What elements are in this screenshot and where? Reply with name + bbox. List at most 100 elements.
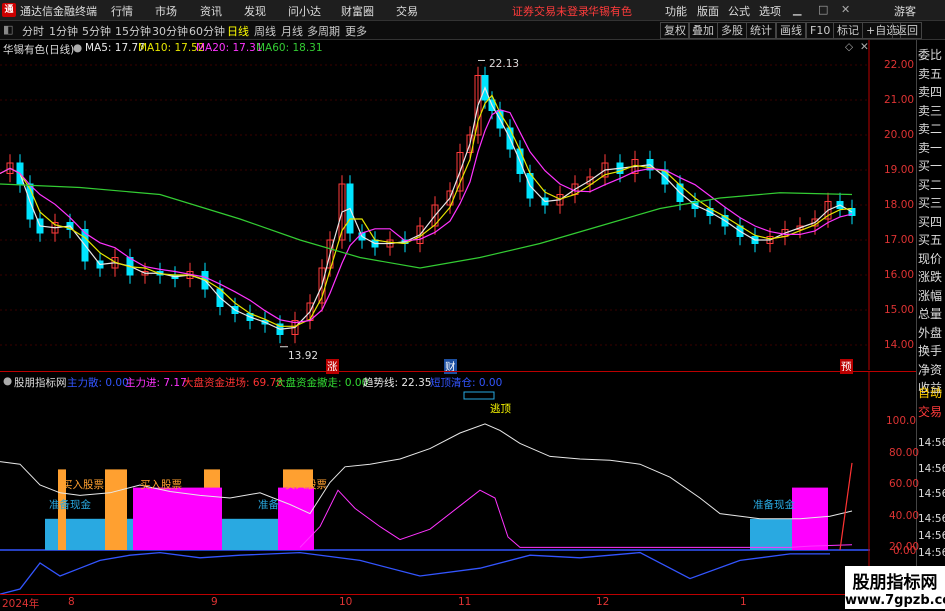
time-label: 14:56 bbox=[918, 488, 945, 500]
price-tick: 16.00 bbox=[884, 269, 915, 281]
close-icon[interactable]: ✕ bbox=[841, 3, 850, 16]
price-tick: 14.00 bbox=[884, 339, 915, 351]
x-axis-month: 12 bbox=[596, 596, 610, 608]
trade-label[interactable]: 交易 bbox=[918, 403, 945, 422]
menu-jiaoyi[interactable]: 交易 bbox=[396, 3, 418, 19]
kline-chart[interactable] bbox=[0, 40, 870, 370]
menu-faxian[interactable]: 发现 bbox=[244, 3, 266, 19]
btn-fuquan[interactable]: 复权 bbox=[660, 22, 690, 39]
market-inflow-line bbox=[839, 462, 853, 551]
menu-hangqing[interactable]: 行情 bbox=[111, 3, 133, 19]
quote-change[interactable]: 涨跌 bbox=[918, 268, 945, 287]
ind-tick: 80.00 bbox=[889, 447, 920, 459]
buy-label: 买入股票 bbox=[285, 479, 327, 491]
buy-label: 买入股票 bbox=[140, 479, 182, 491]
x-axis-month: 11 bbox=[458, 596, 472, 608]
btn-f10[interactable]: F10 bbox=[806, 22, 835, 39]
ma10-line bbox=[0, 94, 853, 327]
period-60min[interactable]: 60分钟 bbox=[189, 23, 225, 39]
ready-cash-bar bbox=[222, 518, 280, 550]
quote-sell5[interactable]: 卖五 bbox=[918, 65, 945, 84]
auto-trade-panel: 自动 交易 bbox=[918, 384, 945, 421]
tb-left-icon[interactable]: ◧ bbox=[3, 23, 13, 36]
quote-sell1[interactable]: 卖一 bbox=[918, 139, 945, 158]
period-30min[interactable]: 30分钟 bbox=[152, 23, 188, 39]
user-label[interactable]: 游客 bbox=[894, 3, 916, 19]
period-daily[interactable]: 日线 bbox=[227, 23, 249, 39]
x-axis-month: 1 bbox=[740, 596, 747, 608]
auto-label[interactable]: 自动 bbox=[918, 384, 945, 403]
price-tick: 18.00 bbox=[884, 199, 915, 211]
btn-biaoji[interactable]: 标记 bbox=[833, 22, 863, 39]
menu-caifuquan[interactable]: 财富圈 bbox=[341, 3, 374, 19]
menu-zixun[interactable]: 资讯 bbox=[200, 3, 222, 19]
period-weekly[interactable]: 周线 bbox=[254, 23, 276, 39]
period-monthly[interactable]: 月线 bbox=[281, 23, 303, 39]
ind-tick: 100.0 bbox=[886, 415, 917, 427]
ind-tick: 40.00 bbox=[889, 510, 920, 522]
indicator-chart[interactable] bbox=[0, 372, 870, 594]
quote-buy3[interactable]: 买三 bbox=[918, 194, 945, 213]
btn-huaxian[interactable]: 画线 bbox=[776, 22, 806, 39]
quote-outer[interactable]: 外盘 bbox=[918, 324, 945, 343]
quote-sell2[interactable]: 卖二 bbox=[918, 120, 945, 139]
price-tick: 21.00 bbox=[884, 94, 915, 106]
watermark: 股朋指标网 www.7gpzb.com bbox=[845, 566, 945, 609]
minimize-icon[interactable]: ▁ bbox=[793, 3, 801, 16]
period-multi[interactable]: 多周期 bbox=[307, 23, 340, 39]
period-more[interactable]: 更多 bbox=[345, 23, 367, 39]
restore-icon[interactable]: □ bbox=[818, 3, 828, 16]
price-tick: 19.00 bbox=[884, 164, 915, 176]
buy-label: 买入股票 bbox=[62, 479, 104, 491]
menu-shichang[interactable]: 市场 bbox=[155, 3, 177, 19]
escape-top-label: 逃顶 bbox=[490, 403, 511, 415]
ready-cash-label: 准备现金 bbox=[753, 499, 795, 511]
x-axis-line bbox=[0, 594, 916, 595]
quote-sell4[interactable]: 卖四 bbox=[918, 83, 945, 102]
title-bar: 通 通达信金融终端 行情 市场 资讯 发现 问小达 财富圈 交易 证券交易未登录… bbox=[0, 0, 945, 21]
menu-gongneng[interactable]: 功能 bbox=[665, 3, 687, 19]
high-price-label: 22.13 bbox=[489, 58, 520, 70]
x-axis-month: 10 bbox=[339, 596, 353, 608]
price-tick: 22.00 bbox=[884, 59, 915, 71]
btn-fanhui[interactable]: 返回 bbox=[892, 22, 922, 39]
menu-banmian[interactable]: 版面 bbox=[697, 3, 719, 19]
quote-buy2[interactable]: 买二 bbox=[918, 176, 945, 195]
period-15min[interactable]: 15分钟 bbox=[115, 23, 151, 39]
quote-pct[interactable]: 涨幅 bbox=[918, 287, 945, 306]
period-5min[interactable]: 5分钟 bbox=[82, 23, 111, 39]
quote-sell3[interactable]: 卖三 bbox=[918, 102, 945, 121]
login-notice[interactable]: 证券交易未登录 bbox=[512, 3, 589, 19]
price-tick: 17.00 bbox=[884, 234, 915, 246]
btn-duogu[interactable]: 多股 bbox=[717, 22, 747, 39]
ready-cash-bar bbox=[750, 518, 792, 550]
price-tick: 15.00 bbox=[884, 304, 915, 316]
quote-weibi[interactable]: 委比 bbox=[918, 46, 945, 65]
period-1min[interactable]: 1分钟 bbox=[49, 23, 78, 39]
menu-gongshi[interactable]: 公式 bbox=[728, 3, 750, 19]
quote-buy5[interactable]: 买五 bbox=[918, 231, 945, 250]
buy-bar bbox=[105, 469, 127, 550]
main-inflow-bar bbox=[278, 487, 314, 550]
quote-list: 委比 卖五 卖四 卖三 卖二 卖一 买一 买二 买三 买四 买五 现价 涨跌 涨… bbox=[918, 46, 945, 398]
quote-netasset[interactable]: 净资 bbox=[918, 361, 945, 380]
ready-cash-label: 准备现金 bbox=[49, 499, 91, 511]
quote-buy1[interactable]: 买一 bbox=[918, 157, 945, 176]
btn-diejia[interactable]: 叠加 bbox=[688, 22, 718, 39]
btn-tongji[interactable]: 统计 bbox=[746, 22, 776, 39]
stock-name-title: 华锡有色 bbox=[588, 5, 632, 18]
trend-line bbox=[0, 423, 853, 520]
low-price-label: 13.92 bbox=[288, 350, 319, 362]
menu-xuanxiang[interactable]: 选项 bbox=[759, 3, 781, 19]
menu-wenxiaoda[interactable]: 问小达 bbox=[288, 3, 321, 19]
quote-volume[interactable]: 总量 bbox=[918, 305, 945, 324]
ind-tick: 0.00 bbox=[893, 545, 917, 557]
quote-buy4[interactable]: 买四 bbox=[918, 213, 945, 232]
period-fenshi[interactable]: 分时 bbox=[22, 23, 44, 39]
time-label: 14:56 bbox=[918, 530, 945, 542]
time-label: 14:56 bbox=[918, 463, 945, 475]
x-axis-month: 8 bbox=[68, 596, 75, 608]
quote-turnover[interactable]: 换手 bbox=[918, 342, 945, 361]
time-label: 14:56 bbox=[918, 547, 945, 559]
quote-price[interactable]: 现价 bbox=[918, 250, 945, 269]
